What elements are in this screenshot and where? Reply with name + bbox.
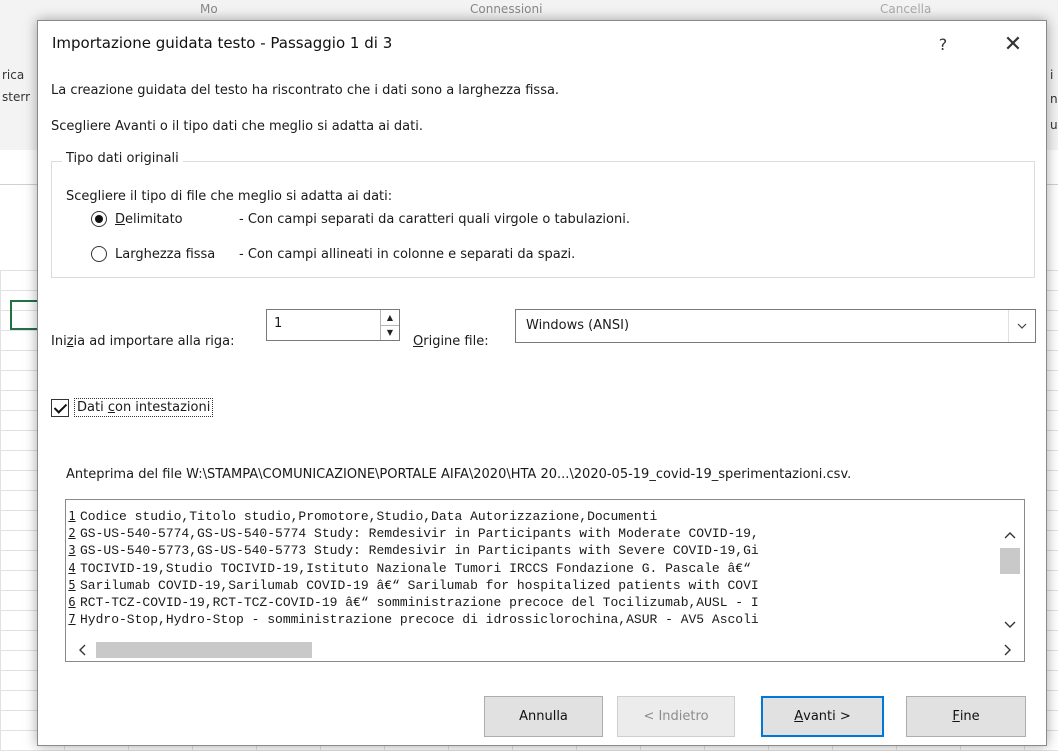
group-title: Tipo dati originali xyxy=(62,151,183,166)
radio-fixed-width-description: - Con campi allineati in colonne e separ… xyxy=(239,246,576,262)
vertical-scroll-thumb[interactable] xyxy=(1000,548,1020,574)
preview-line: 1 Codice studio,Titolo studio,Promotore,S… xyxy=(66,508,994,525)
cancel-button[interactable]: Annulla xyxy=(484,696,603,737)
preview-line-text: Codice studio,Titolo studio,Promotore,St… xyxy=(80,509,658,524)
dialog-title: Importazione guidata testo - Passaggio 1… xyxy=(52,34,393,52)
text-import-wizard-dialog: Importazione guidata testo - Passaggio 1… xyxy=(37,20,1047,746)
preview-line-text: GS-US-540-5773,GS-US-540-5773 Study: Rem… xyxy=(80,543,759,559)
choose-file-type-label: Scegliere il tipo di file che meglio si … xyxy=(66,189,393,204)
preview-line-text: Hydro-Stop,Hydro-Stop - somministrazione… xyxy=(80,612,759,628)
start-row-label: Inizia ad importare alla riga: xyxy=(51,334,235,349)
chevron-down-icon[interactable] xyxy=(1008,310,1035,342)
file-origin-label: Origine file: xyxy=(413,334,489,349)
radio-unchecked-icon[interactable] xyxy=(91,246,107,262)
preview-line: 2 GS-US-540-5774,GS-US-540-5774 Study: Re… xyxy=(66,525,994,542)
radio-checked-icon[interactable] xyxy=(91,211,107,227)
preview-line-text: RCT-TCZ-COVID-19,RCT-TCZ-COVID-19 â€“ so… xyxy=(80,594,759,610)
preview-line-number: 2 xyxy=(68,526,76,541)
headers-checkbox[interactable] xyxy=(51,398,69,417)
preview-line-text: TOCIVID-19,Studio TOCIVID-19,Istituto Na… xyxy=(80,560,751,576)
ribbon-text-fragment: i xyxy=(1050,68,1054,82)
radio-delimited[interactable]: Delimitato - Con campi separati da carat… xyxy=(91,211,630,227)
preview-line: 3 GS-US-540-5773,GS-US-540-5773 Study: Re… xyxy=(66,542,994,559)
preview-line-text: Sarilumab COVID-19,Sarilumab COVID-19 â€… xyxy=(80,577,759,593)
preview-line: 5 Sarilumab COVID-19,Sarilumab COVID-19 â… xyxy=(66,577,994,594)
preview-line-number: 4 xyxy=(68,560,76,575)
dialog-titlebar[interactable]: Importazione guidata testo - Passaggio 1… xyxy=(38,21,1046,67)
back-button[interactable]: < Indietro xyxy=(617,696,735,737)
help-icon: ? xyxy=(938,34,948,54)
horizontal-scroll-thumb[interactable] xyxy=(96,642,312,658)
preview-line-number: 3 xyxy=(68,543,76,558)
scroll-left-icon[interactable] xyxy=(74,642,90,658)
ribbon-text-fragment: rica xyxy=(2,68,25,82)
preview-line-number: 6 xyxy=(68,594,76,609)
preview-line-text: GS-US-540-5774,GS-US-540-5774 Study: Rem… xyxy=(80,526,759,542)
stepper-up-icon[interactable]: ▲ xyxy=(381,310,399,326)
headers-checkbox-row[interactable]: Dati con intestazioni xyxy=(51,398,214,417)
radio-fixed-width[interactable]: Larghezza fissa - Con campi allineati in… xyxy=(91,246,575,262)
next-button[interactable]: Avanti > xyxy=(761,696,884,737)
preview-lines: 1 Codice studio,Titolo studio,Promotore,S… xyxy=(66,508,994,628)
headers-checkbox-label[interactable]: Dati con intestazioni xyxy=(74,398,214,417)
close-icon: ✕ xyxy=(1003,31,1023,57)
horizontal-scrollbar[interactable] xyxy=(66,639,1024,661)
file-preview[interactable]: 1 Codice studio,Titolo studio,Promotore,S… xyxy=(65,499,1025,662)
vertical-scrollbar[interactable] xyxy=(996,500,1024,640)
scroll-down-icon[interactable] xyxy=(1002,618,1018,632)
preview-line-number: 7 xyxy=(68,612,76,627)
scroll-up-icon[interactable] xyxy=(1002,528,1018,542)
preview-line: 7 Hydro-Stop,Hydro-Stop - somministrazion… xyxy=(66,611,994,628)
radio-delimited-description: - Con campi separati da caratteri quali … xyxy=(239,211,630,227)
finish-button[interactable]: Fine xyxy=(906,696,1026,737)
stepper-down-icon[interactable]: ▼ xyxy=(381,325,399,340)
ribbon-text-fragment: n xyxy=(1050,92,1058,106)
radio-fixed-width-label[interactable]: Larghezza fissa xyxy=(115,247,239,262)
radio-delimited-label[interactable]: Delimitato xyxy=(115,212,239,227)
ribbon-text-fragment: sterr xyxy=(2,90,30,104)
preview-line: 4 TOCIVID-19,Studio TOCIVID-19,Istituto N… xyxy=(66,560,994,577)
ribbon-text-fragment: Cancella xyxy=(880,2,932,16)
start-row-value[interactable]: 1 xyxy=(274,316,282,331)
scroll-right-icon[interactable] xyxy=(1000,642,1016,658)
close-button[interactable]: ✕ xyxy=(993,27,1033,61)
preview-line: 6 RCT-TCZ-COVID-19,RCT-TCZ-COVID-19 â€“ s… xyxy=(66,594,994,611)
file-origin-value: Windows (ANSI) xyxy=(526,318,630,333)
file-origin-select[interactable]: Windows (ANSI) xyxy=(515,309,1036,343)
preview-line-number: 5 xyxy=(68,577,76,592)
selected-cell[interactable] xyxy=(10,300,40,330)
preview-label: Anteprima del file W:\STAMPA\COMUNICAZIO… xyxy=(66,467,852,482)
preview-line-number: 1 xyxy=(68,509,76,523)
detection-message: La creazione guidata del testo ha riscon… xyxy=(51,83,560,98)
start-row-stepper[interactable]: 1 ▲ ▼ xyxy=(266,309,400,341)
ribbon-text-fragment: Connessioni xyxy=(470,2,543,16)
ribbon-text-fragment: Mo xyxy=(200,2,218,16)
stepper-buttons: ▲ ▼ xyxy=(380,310,399,340)
instruction-message: Scegliere Avanti o il tipo dati che megl… xyxy=(51,119,423,134)
help-button[interactable]: ? xyxy=(923,27,963,61)
ribbon-text-fragment: u xyxy=(1050,118,1058,132)
